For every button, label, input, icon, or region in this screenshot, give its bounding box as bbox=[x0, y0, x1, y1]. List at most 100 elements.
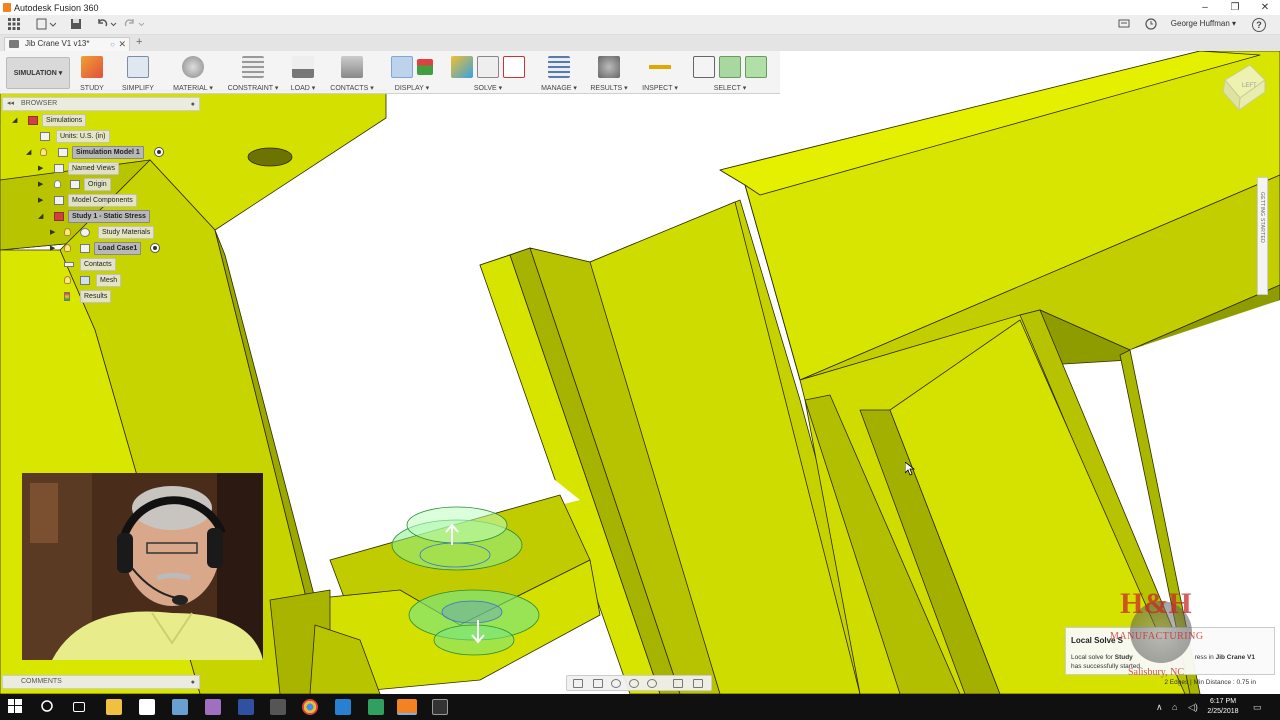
precheck-icon[interactable] bbox=[451, 56, 473, 78]
document-icon bbox=[40, 132, 50, 141]
action-center-icon[interactable]: ▭ bbox=[1253, 702, 1262, 713]
tree-node-study[interactable]: ◢ Study 1 - Static Stress bbox=[38, 210, 150, 223]
expand-icon[interactable]: ▶ bbox=[38, 162, 43, 175]
notifications-icon[interactable] bbox=[1118, 18, 1130, 32]
fusion-taskbar-icon[interactable] bbox=[397, 699, 417, 715]
display-results-icon[interactable] bbox=[417, 59, 433, 75]
volume-icon[interactable]: ◁) bbox=[1188, 702, 1198, 713]
tree-node-named-views[interactable]: ▶ Named Views bbox=[38, 162, 120, 175]
study-icon bbox=[54, 212, 64, 221]
user-account-menu[interactable]: George Huffman ▾ bbox=[1171, 19, 1236, 28]
inspect-group[interactable]: INSPECT ▾ bbox=[640, 53, 680, 94]
activate-radio[interactable] bbox=[154, 147, 164, 157]
job-status-icon[interactable] bbox=[1145, 18, 1157, 32]
expand-icon[interactable]: ◢ bbox=[38, 210, 43, 223]
tree-node-results[interactable]: Results bbox=[64, 290, 112, 303]
app-icon-4[interactable] bbox=[270, 699, 286, 715]
comments-panel-header[interactable]: COMMENTS ● bbox=[2, 675, 200, 689]
expand-icon[interactable]: ▶ bbox=[50, 226, 55, 239]
maximize-button[interactable]: ❐ bbox=[1220, 0, 1250, 15]
app-icon-1[interactable] bbox=[172, 699, 188, 715]
solve-icon[interactable] bbox=[477, 56, 499, 78]
display-settings-icon[interactable] bbox=[673, 679, 683, 688]
look-at-icon[interactable] bbox=[593, 679, 603, 688]
contacts-group[interactable]: CONTACTS ▾ bbox=[328, 53, 376, 94]
network-icon[interactable]: ⌂ bbox=[1172, 702, 1177, 712]
visibility-bulb-icon[interactable] bbox=[54, 180, 61, 188]
tree-node-units[interactable]: Units: U.S. (in) bbox=[40, 130, 110, 143]
browser-panel-header[interactable]: ◂◂ BROWSER ● bbox=[2, 97, 200, 111]
tree-node-model-components[interactable]: ▶ Model Components bbox=[38, 194, 137, 207]
constraint-group[interactable]: CONSTRAINT ▾ bbox=[226, 53, 280, 94]
document-tab[interactable]: Jib Crane V1 v13* ○ ✕ bbox=[4, 37, 130, 51]
tree-node-mesh[interactable]: Mesh bbox=[64, 274, 122, 287]
tree-node-simulations[interactable]: ◢ Simulations bbox=[12, 114, 87, 127]
contacts-icon bbox=[64, 262, 74, 267]
minimize-button[interactable]: – bbox=[1190, 0, 1220, 15]
tree-node-simulation-model[interactable]: ◢ Simulation Model 1 bbox=[26, 146, 164, 159]
getting-started-tab[interactable]: GETTING STARTED bbox=[1257, 177, 1268, 295]
expand-icon[interactable]: ▶ bbox=[38, 194, 43, 207]
material-group[interactable]: MATERIAL ▾ bbox=[170, 53, 216, 94]
title-bar: Autodesk Fusion 360 – ❐ ✕ bbox=[0, 0, 1280, 15]
close-tab-icon[interactable]: ✕ bbox=[118, 38, 126, 50]
chrome-icon[interactable] bbox=[302, 699, 318, 715]
app-icon-3[interactable] bbox=[238, 699, 254, 715]
select-face-icon[interactable] bbox=[745, 56, 767, 78]
simplify-group[interactable]: SIMPLIFY bbox=[120, 53, 156, 94]
redo-icon[interactable] bbox=[124, 18, 146, 32]
contacts-icon bbox=[341, 56, 363, 78]
new-tab-button[interactable]: + bbox=[136, 36, 142, 48]
display-group[interactable]: DISPLAY ▾ bbox=[385, 53, 439, 94]
tree-node-load-case[interactable]: ▶ Load Case1 bbox=[50, 242, 160, 255]
manage-group[interactable]: MANAGE ▾ bbox=[540, 53, 578, 94]
tree-node-study-materials[interactable]: ▶ Study Materials bbox=[50, 226, 155, 239]
collapse-arrows-icon[interactable]: ◂◂ bbox=[7, 98, 14, 110]
tray-chevron-icon[interactable]: ∧ bbox=[1156, 702, 1163, 713]
tree-node-origin[interactable]: ▶ Origin bbox=[38, 178, 111, 191]
activate-radio[interactable] bbox=[150, 243, 160, 253]
visibility-bulb-icon[interactable] bbox=[64, 228, 71, 236]
results-group[interactable]: RESULTS ▾ bbox=[588, 53, 630, 94]
cancel-solve-icon[interactable] bbox=[503, 56, 525, 78]
solve-group[interactable]: SOLVE ▾ bbox=[448, 53, 528, 94]
expand-icon[interactable]: ▶ bbox=[38, 178, 43, 191]
workspace-switcher[interactable]: SIMULATION ▾ bbox=[6, 57, 70, 89]
study-group[interactable]: STUDY bbox=[78, 53, 106, 94]
expand-icon[interactable]: ◢ bbox=[26, 146, 31, 159]
visibility-bulb-icon[interactable] bbox=[64, 276, 71, 284]
close-window-button[interactable]: ✕ bbox=[1250, 0, 1280, 15]
zoom-window-icon[interactable] bbox=[647, 679, 657, 688]
file-explorer-icon[interactable] bbox=[106, 699, 122, 715]
expand-icon[interactable]: ▶ bbox=[50, 242, 55, 255]
windows-start-icon[interactable] bbox=[8, 699, 24, 715]
select-group[interactable]: SELECT ▾ bbox=[688, 53, 772, 94]
app-icon-2[interactable] bbox=[205, 699, 221, 715]
pin-icon[interactable]: ● bbox=[191, 99, 195, 111]
orbit-icon[interactable] bbox=[573, 679, 583, 688]
expand-icon[interactable]: ◢ bbox=[12, 114, 17, 127]
grid-settings-icon[interactable] bbox=[693, 679, 703, 688]
app-icon-7[interactable] bbox=[432, 699, 448, 715]
visibility-bulb-icon[interactable] bbox=[40, 148, 47, 156]
task-view-icon[interactable] bbox=[73, 702, 85, 712]
select-body-icon[interactable] bbox=[719, 56, 741, 78]
visibility-bulb-icon[interactable] bbox=[64, 244, 71, 252]
load-group[interactable]: LOAD ▾ bbox=[288, 53, 318, 94]
display-model-icon[interactable] bbox=[391, 56, 413, 78]
system-clock[interactable]: 6:17 PM 2/25/2018 bbox=[1198, 697, 1248, 717]
app-icon-6[interactable] bbox=[368, 699, 384, 715]
select-icon[interactable] bbox=[693, 56, 715, 78]
help-icon[interactable]: ? bbox=[1252, 18, 1266, 32]
add-comment-icon[interactable]: ● bbox=[191, 677, 195, 689]
zoom-icon[interactable] bbox=[629, 679, 639, 688]
file-menu-icon[interactable] bbox=[36, 18, 57, 32]
app-icon-5[interactable] bbox=[335, 699, 351, 715]
store-icon[interactable] bbox=[139, 699, 155, 715]
save-icon[interactable] bbox=[70, 18, 82, 32]
tree-node-contacts[interactable]: Contacts bbox=[64, 258, 116, 271]
search-icon[interactable] bbox=[40, 699, 56, 715]
undo-icon[interactable] bbox=[96, 18, 118, 32]
app-grid-icon[interactable] bbox=[8, 18, 20, 32]
pan-icon[interactable] bbox=[611, 679, 621, 688]
